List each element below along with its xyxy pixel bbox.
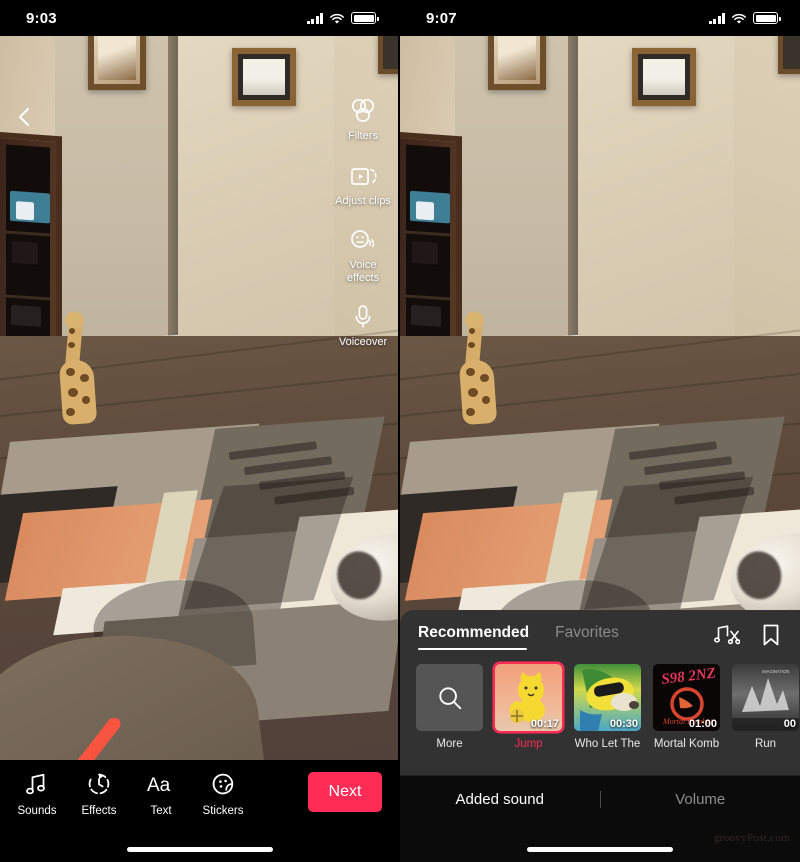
status-time: 9:03 bbox=[26, 9, 57, 27]
tab-added-sound[interactable]: Added sound bbox=[400, 791, 600, 808]
action-label: Effects bbox=[81, 805, 117, 817]
sound-panel-actions bbox=[713, 622, 784, 648]
tool-voiceover[interactable]: Voiceover bbox=[332, 302, 394, 349]
sound-duration: 00:30 bbox=[609, 718, 638, 730]
trim-sound-icon[interactable] bbox=[713, 622, 741, 648]
battery-icon bbox=[351, 12, 379, 24]
wall-picture bbox=[232, 48, 296, 106]
wall-picture bbox=[778, 36, 800, 74]
sound-duration: 00:17 bbox=[530, 718, 559, 730]
wall-picture bbox=[88, 36, 146, 90]
tool-label: Voice effects bbox=[346, 259, 380, 284]
action-effects[interactable]: Effects bbox=[68, 768, 130, 817]
wall-picture bbox=[378, 36, 398, 74]
wall-picture bbox=[488, 36, 546, 90]
microphone-icon bbox=[348, 302, 378, 332]
next-button[interactable]: Next bbox=[308, 772, 382, 812]
editing-tool-rail: Filters Adjust clips Voice effects Voice… bbox=[332, 96, 394, 349]
text-aa-icon: Aa bbox=[146, 768, 176, 800]
sound-thumbnail: IMAGINATION 00 bbox=[732, 664, 799, 731]
comparison-screenshot: 9:03 Filters Adjust clips Voice effects … bbox=[0, 0, 800, 862]
wifi-icon bbox=[329, 12, 345, 24]
sound-name: Mortal Komb bbox=[653, 738, 720, 750]
sound-panel-tabs: Recommended Favorites bbox=[400, 610, 800, 658]
sound-panel-bottom-bar: Added sound Volume groovyPost.com bbox=[400, 775, 800, 862]
sound-name: Who Let The bbox=[574, 738, 641, 750]
cellular-bars-icon bbox=[306, 12, 323, 24]
cellular-bars-icon bbox=[708, 12, 725, 24]
wall-picture bbox=[632, 48, 696, 106]
filters-icon bbox=[348, 96, 378, 126]
sound-list: More 00:17 Jump 00:30 Who Let The S98 2N… bbox=[416, 664, 799, 750]
tool-label: Adjust clips bbox=[335, 194, 391, 207]
site-watermark: groovyPost.com bbox=[713, 832, 790, 844]
sound-name: Jump bbox=[514, 738, 543, 750]
svg-text:IMAGINATION: IMAGINATION bbox=[762, 669, 789, 674]
giraffe-plush bbox=[57, 310, 98, 426]
action-sounds[interactable]: Sounds bbox=[6, 768, 68, 817]
editor-action-list: Sounds Effects Aa Text Stickers bbox=[6, 768, 254, 817]
sound-duration: 00 bbox=[783, 718, 796, 730]
editor-bottom-bar-left: Sounds Effects Aa Text Stickers Next bbox=[0, 760, 398, 862]
action-label: Text bbox=[150, 805, 172, 817]
voice-effects-icon bbox=[348, 225, 378, 255]
tool-label: Filters bbox=[348, 130, 378, 142]
sound-name: More bbox=[436, 738, 463, 750]
status-bar-left: 9:03 bbox=[0, 0, 398, 36]
status-time: 9:07 bbox=[426, 9, 457, 27]
sticker-face-icon bbox=[210, 768, 236, 800]
battery-icon bbox=[753, 12, 781, 24]
tab-favorites[interactable]: Favorites bbox=[555, 624, 619, 652]
action-stickers[interactable]: Stickers bbox=[192, 768, 254, 817]
sound-item-more[interactable]: More bbox=[416, 664, 483, 750]
sound-name: Run bbox=[754, 738, 777, 750]
status-indicators bbox=[306, 12, 379, 24]
home-indicator bbox=[127, 847, 273, 852]
action-label: Sounds bbox=[17, 805, 57, 817]
wifi-icon bbox=[731, 12, 747, 24]
sound-thumbnail: 00:30 bbox=[574, 664, 641, 731]
tool-label: Voiceover bbox=[338, 336, 388, 348]
sound-duration: 01:00 bbox=[688, 718, 717, 730]
status-bar-right: 9:07 bbox=[400, 0, 800, 36]
back-button[interactable] bbox=[14, 106, 36, 128]
action-text[interactable]: Aa Text bbox=[130, 768, 192, 817]
tool-voice-effects[interactable]: Voice effects bbox=[332, 225, 394, 284]
sound-mode-tabs: Added sound Volume bbox=[400, 776, 800, 822]
sound-thumbnail: S98 2NZ Mortal Kombat 01:00 bbox=[653, 664, 720, 731]
adjust-clips-icon bbox=[348, 161, 378, 191]
sound-thumbnail: 00:17 bbox=[495, 664, 562, 731]
right-phone-screen: 9:07 Recommended Favorites More 00:17 Ju… bbox=[400, 0, 800, 862]
sound-item-who-let-the[interactable]: 00:30 Who Let The bbox=[574, 664, 641, 750]
sound-item-mortal-kombat[interactable]: S98 2NZ Mortal Kombat 01:00 Mortal Komb bbox=[653, 664, 720, 750]
tab-recommended[interactable]: Recommended bbox=[418, 624, 529, 652]
music-note-icon bbox=[24, 768, 50, 800]
tool-adjust-clips[interactable]: Adjust clips bbox=[332, 161, 394, 208]
effects-clock-icon bbox=[86, 768, 112, 800]
svg-text:S98 2NZ: S98 2NZ bbox=[661, 665, 717, 688]
giraffe-plush bbox=[457, 310, 498, 426]
search-icon bbox=[438, 686, 461, 709]
back-chevron-icon bbox=[19, 108, 29, 126]
video-preview-left[interactable]: Filters Adjust clips Voice effects Voice… bbox=[0, 36, 398, 760]
tab-volume[interactable]: Volume bbox=[601, 791, 800, 808]
sound-item-jump[interactable]: 00:17 Jump bbox=[495, 664, 562, 750]
left-phone-screen: 9:03 Filters Adjust clips Voice effects … bbox=[0, 0, 400, 862]
sound-item-run[interactable]: IMAGINATION 00 Run bbox=[732, 664, 799, 750]
home-indicator bbox=[527, 847, 673, 852]
sound-thumbnail bbox=[416, 664, 483, 731]
svg-text:Aa: Aa bbox=[147, 775, 171, 796]
status-indicators bbox=[708, 12, 781, 24]
bookmark-icon[interactable] bbox=[758, 622, 784, 648]
action-label: Stickers bbox=[202, 805, 244, 817]
sound-picker-panel: Recommended Favorites More 00:17 Jump 00… bbox=[400, 610, 800, 775]
tool-filters[interactable]: Filters bbox=[332, 96, 394, 143]
